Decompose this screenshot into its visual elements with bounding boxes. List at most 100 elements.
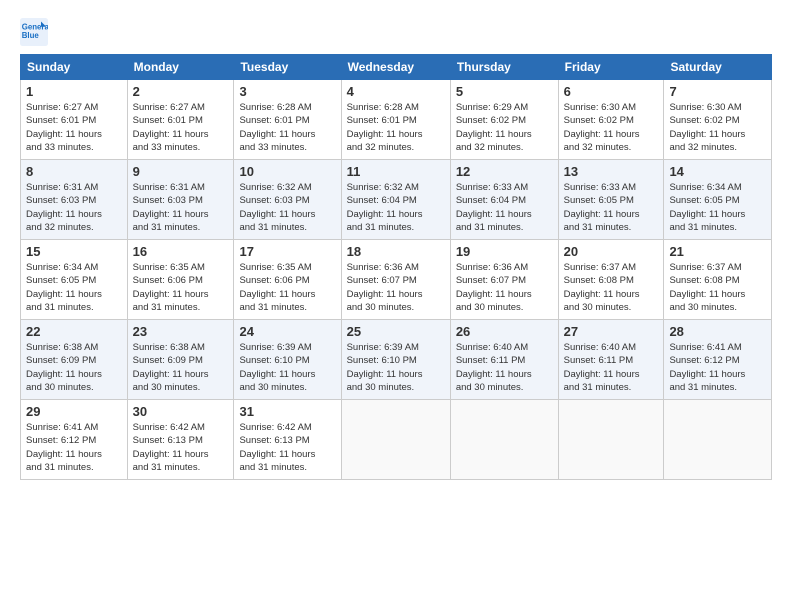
calendar-header-cell: Monday <box>127 55 234 80</box>
calendar-cell: 24 Sunrise: 6:39 AM Sunset: 6:10 PM Dayli… <box>234 320 341 400</box>
day-number: 26 <box>456 324 553 339</box>
logo-icon: General Blue <box>20 18 48 46</box>
calendar-cell: 6 Sunrise: 6:30 AM Sunset: 6:02 PM Daylig… <box>558 80 664 160</box>
calendar-table: SundayMondayTuesdayWednesdayThursdayFrid… <box>20 54 772 480</box>
day-info: Sunrise: 6:36 AM Sunset: 6:07 PM Dayligh… <box>456 261 553 314</box>
day-info: Sunrise: 6:31 AM Sunset: 6:03 PM Dayligh… <box>26 181 122 234</box>
calendar-week-row: 1Sunrise: 6:27 AM Sunset: 6:01 PM Daylig… <box>21 80 772 160</box>
day-info: Sunrise: 6:28 AM Sunset: 6:01 PM Dayligh… <box>347 101 445 154</box>
calendar-cell: 17 Sunrise: 6:35 AM Sunset: 6:06 PM Dayli… <box>234 240 341 320</box>
calendar-cell <box>664 400 772 480</box>
calendar-week-row: 15 Sunrise: 6:34 AM Sunset: 6:05 PM Dayli… <box>21 240 772 320</box>
day-info: Sunrise: 6:34 AM Sunset: 6:05 PM Dayligh… <box>26 261 122 314</box>
day-info: Sunrise: 6:40 AM Sunset: 6:11 PM Dayligh… <box>456 341 553 394</box>
day-info: Sunrise: 6:30 AM Sunset: 6:02 PM Dayligh… <box>564 101 659 154</box>
calendar-cell: 27 Sunrise: 6:40 AM Sunset: 6:11 PM Dayli… <box>558 320 664 400</box>
header: General Blue <box>20 18 772 46</box>
calendar-week-row: 8 Sunrise: 6:31 AM Sunset: 6:03 PM Daylig… <box>21 160 772 240</box>
calendar-cell: 1Sunrise: 6:27 AM Sunset: 6:01 PM Daylig… <box>21 80 128 160</box>
day-info: Sunrise: 6:40 AM Sunset: 6:11 PM Dayligh… <box>564 341 659 394</box>
calendar-cell: 15 Sunrise: 6:34 AM Sunset: 6:05 PM Dayli… <box>21 240 128 320</box>
calendar-cell <box>450 400 558 480</box>
day-info: Sunrise: 6:31 AM Sunset: 6:03 PM Dayligh… <box>133 181 229 234</box>
day-info: Sunrise: 6:39 AM Sunset: 6:10 PM Dayligh… <box>239 341 335 394</box>
day-number: 16 <box>133 244 229 259</box>
day-number: 28 <box>669 324 766 339</box>
svg-text:General: General <box>22 22 48 31</box>
day-info: Sunrise: 6:36 AM Sunset: 6:07 PM Dayligh… <box>347 261 445 314</box>
calendar-cell: 5 Sunrise: 6:29 AM Sunset: 6:02 PM Daylig… <box>450 80 558 160</box>
calendar-cell: 18 Sunrise: 6:36 AM Sunset: 6:07 PM Dayli… <box>341 240 450 320</box>
day-number: 27 <box>564 324 659 339</box>
day-number: 25 <box>347 324 445 339</box>
page: General Blue SundayMondayTuesdayWednesda… <box>0 0 792 490</box>
calendar-cell: 28 Sunrise: 6:41 AM Sunset: 6:12 PM Dayli… <box>664 320 772 400</box>
day-info: Sunrise: 6:32 AM Sunset: 6:03 PM Dayligh… <box>239 181 335 234</box>
day-info: Sunrise: 6:27 AM Sunset: 6:01 PM Dayligh… <box>133 101 229 154</box>
logo: General Blue <box>20 18 52 46</box>
day-number: 5 <box>456 84 553 99</box>
calendar-cell: 16 Sunrise: 6:35 AM Sunset: 6:06 PM Dayli… <box>127 240 234 320</box>
day-info: Sunrise: 6:29 AM Sunset: 6:02 PM Dayligh… <box>456 101 553 154</box>
day-info: Sunrise: 6:35 AM Sunset: 6:06 PM Dayligh… <box>239 261 335 314</box>
day-number: 2 <box>133 84 229 99</box>
day-number: 15 <box>26 244 122 259</box>
day-info: Sunrise: 6:35 AM Sunset: 6:06 PM Dayligh… <box>133 261 229 314</box>
day-number: 24 <box>239 324 335 339</box>
day-info: Sunrise: 6:41 AM Sunset: 6:12 PM Dayligh… <box>669 341 766 394</box>
calendar-cell: 3Sunrise: 6:28 AM Sunset: 6:01 PM Daylig… <box>234 80 341 160</box>
day-number: 12 <box>456 164 553 179</box>
calendar-cell: 30Sunrise: 6:42 AM Sunset: 6:13 PM Dayli… <box>127 400 234 480</box>
calendar-cell: 9Sunrise: 6:31 AM Sunset: 6:03 PM Daylig… <box>127 160 234 240</box>
calendar-cell: 12 Sunrise: 6:33 AM Sunset: 6:04 PM Dayli… <box>450 160 558 240</box>
day-number: 17 <box>239 244 335 259</box>
day-number: 31 <box>239 404 335 419</box>
calendar-header-cell: Sunday <box>21 55 128 80</box>
day-number: 3 <box>239 84 335 99</box>
day-number: 22 <box>26 324 122 339</box>
day-info: Sunrise: 6:42 AM Sunset: 6:13 PM Dayligh… <box>239 421 335 474</box>
calendar-header-row: SundayMondayTuesdayWednesdayThursdayFrid… <box>21 55 772 80</box>
day-info: Sunrise: 6:38 AM Sunset: 6:09 PM Dayligh… <box>26 341 122 394</box>
day-number: 13 <box>564 164 659 179</box>
day-info: Sunrise: 6:33 AM Sunset: 6:05 PM Dayligh… <box>564 181 659 234</box>
calendar-body: 1Sunrise: 6:27 AM Sunset: 6:01 PM Daylig… <box>21 80 772 480</box>
calendar-cell: 22 Sunrise: 6:38 AM Sunset: 6:09 PM Dayli… <box>21 320 128 400</box>
day-number: 19 <box>456 244 553 259</box>
day-info: Sunrise: 6:41 AM Sunset: 6:12 PM Dayligh… <box>26 421 122 474</box>
day-number: 29 <box>26 404 122 419</box>
calendar-cell: 19 Sunrise: 6:36 AM Sunset: 6:07 PM Dayli… <box>450 240 558 320</box>
calendar-cell: 14 Sunrise: 6:34 AM Sunset: 6:05 PM Dayli… <box>664 160 772 240</box>
calendar-cell: 7 Sunrise: 6:30 AM Sunset: 6:02 PM Daylig… <box>664 80 772 160</box>
day-number: 20 <box>564 244 659 259</box>
calendar-header-cell: Friday <box>558 55 664 80</box>
day-number: 7 <box>669 84 766 99</box>
day-info: Sunrise: 6:30 AM Sunset: 6:02 PM Dayligh… <box>669 101 766 154</box>
day-number: 8 <box>26 164 122 179</box>
calendar-week-row: 29 Sunrise: 6:41 AM Sunset: 6:12 PM Dayli… <box>21 400 772 480</box>
day-info: Sunrise: 6:37 AM Sunset: 6:08 PM Dayligh… <box>669 261 766 314</box>
day-number: 18 <box>347 244 445 259</box>
calendar-cell: 2 Sunrise: 6:27 AM Sunset: 6:01 PM Daylig… <box>127 80 234 160</box>
day-info: Sunrise: 6:38 AM Sunset: 6:09 PM Dayligh… <box>133 341 229 394</box>
calendar-cell: 21Sunrise: 6:37 AM Sunset: 6:08 PM Dayli… <box>664 240 772 320</box>
calendar-header-cell: Thursday <box>450 55 558 80</box>
day-number: 6 <box>564 84 659 99</box>
day-info: Sunrise: 6:27 AM Sunset: 6:01 PM Dayligh… <box>26 101 122 154</box>
calendar-cell <box>341 400 450 480</box>
day-number: 14 <box>669 164 766 179</box>
calendar-cell: 23Sunrise: 6:38 AM Sunset: 6:09 PM Dayli… <box>127 320 234 400</box>
day-info: Sunrise: 6:33 AM Sunset: 6:04 PM Dayligh… <box>456 181 553 234</box>
calendar-cell: 20 Sunrise: 6:37 AM Sunset: 6:08 PM Dayli… <box>558 240 664 320</box>
calendar-cell: 31 Sunrise: 6:42 AM Sunset: 6:13 PM Dayli… <box>234 400 341 480</box>
calendar-cell: 10 Sunrise: 6:32 AM Sunset: 6:03 PM Dayli… <box>234 160 341 240</box>
calendar-cell: 29 Sunrise: 6:41 AM Sunset: 6:12 PM Dayli… <box>21 400 128 480</box>
calendar-cell: 11Sunrise: 6:32 AM Sunset: 6:04 PM Dayli… <box>341 160 450 240</box>
day-info: Sunrise: 6:34 AM Sunset: 6:05 PM Dayligh… <box>669 181 766 234</box>
calendar-cell <box>558 400 664 480</box>
calendar-cell: 4Sunrise: 6:28 AM Sunset: 6:01 PM Daylig… <box>341 80 450 160</box>
day-info: Sunrise: 6:37 AM Sunset: 6:08 PM Dayligh… <box>564 261 659 314</box>
day-info: Sunrise: 6:32 AM Sunset: 6:04 PM Dayligh… <box>347 181 445 234</box>
day-number: 10 <box>239 164 335 179</box>
calendar-cell: 13 Sunrise: 6:33 AM Sunset: 6:05 PM Dayli… <box>558 160 664 240</box>
